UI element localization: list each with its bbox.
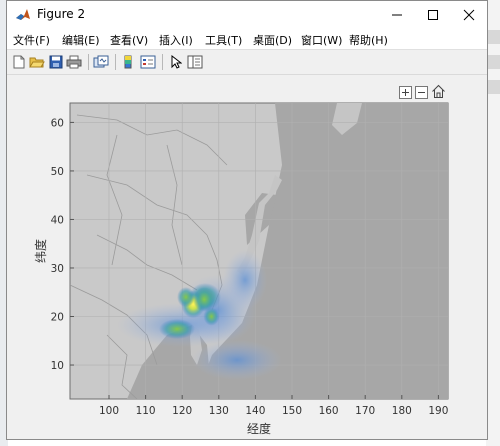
property-inspector-icon [187,55,203,69]
toolbar-separator [115,54,116,70]
x-tick-label: 140 [245,405,265,417]
save-icon [49,55,63,69]
menu-edit[interactable]: 编辑(E) [62,32,100,48]
pointer-icon [171,55,182,69]
desktop-background-right [486,0,500,446]
y-tick-label: 20 [51,312,64,324]
menu-window[interactable]: 窗口(W) [301,32,342,48]
property-inspector-button[interactable] [186,53,204,71]
x-axis-label: 经度 [247,421,271,436]
maximize-icon [428,10,438,20]
menu-tools[interactable]: 工具(T) [205,32,242,48]
close-icon [463,9,475,21]
maximize-button[interactable] [415,1,451,29]
x-tick-label: 120 [172,405,192,417]
y-tick-label: 40 [51,214,64,226]
minimize-button[interactable] [379,1,415,29]
figure-window: Figure 2 文件(F) 编辑(E) 查看(V) 插入(I) 工具(T) 桌… [6,0,488,440]
legend-icon [140,55,156,69]
colorbar-icon [124,55,132,69]
y-tick-label: 50 [51,166,64,178]
zoom-in-button[interactable] [399,86,412,99]
link-plot-icon [93,55,109,68]
y-tick-label: 60 [51,117,64,129]
menu-help[interactable]: 帮助(H) [349,32,388,48]
matlab-logo-icon [15,7,31,23]
new-figure-icon [13,55,25,69]
print-button[interactable] [65,53,83,71]
figure-area: 100 110 120 130 140 150 160 170 180 190 10 20 30 40 5… [7,75,487,439]
menu-insert[interactable]: 插入(I) [159,32,193,48]
link-plot-button[interactable] [92,53,110,71]
minimize-icon [392,14,402,16]
menu-desktop[interactable]: 桌面(D) [253,32,292,48]
edit-plot-button[interactable] [167,53,185,71]
x-tick-label: 110 [136,405,156,417]
save-button[interactable] [47,53,65,71]
x-tick-label: 190 [428,405,448,417]
menu-file[interactable]: 文件(F) [13,32,50,48]
close-button[interactable] [451,1,487,29]
window-title: Figure 2 [37,7,86,21]
x-tick-label: 170 [355,405,375,417]
density-hotspot [203,307,220,326]
density-hotspot [177,286,195,308]
y-axis-label: 纬度 [33,239,48,263]
new-figure-button[interactable] [10,53,28,71]
restore-view-button[interactable] [431,84,446,99]
toolbar [7,50,487,75]
insert-colorbar-button[interactable] [119,53,137,71]
open-button[interactable] [28,53,46,71]
x-tick-label: 150 [282,405,302,417]
print-icon [66,55,82,69]
x-tick-label: 180 [392,405,412,417]
geo-density-plot: 100 110 120 130 140 150 160 170 180 190 10 20 30 40 5… [33,102,449,436]
title-bar[interactable]: Figure 2 [7,1,487,29]
toolbar-separator [88,54,89,70]
toolbar-separator [162,54,163,70]
menu-bar: 文件(F) 编辑(E) 查看(V) 插入(I) 工具(T) 桌面(D) 窗口(W… [7,29,487,50]
x-tick-label: 130 [209,405,229,417]
insert-legend-button[interactable] [139,53,157,71]
x-tick-label: 100 [99,405,119,417]
zoom-out-button[interactable] [415,86,428,99]
y-tick-label: 10 [51,360,64,372]
x-tick-label: 160 [319,405,339,417]
open-folder-icon [29,57,45,68]
y-tick-label: 30 [51,263,64,275]
menu-view[interactable]: 查看(V) [110,32,148,48]
home-icon [432,84,445,98]
